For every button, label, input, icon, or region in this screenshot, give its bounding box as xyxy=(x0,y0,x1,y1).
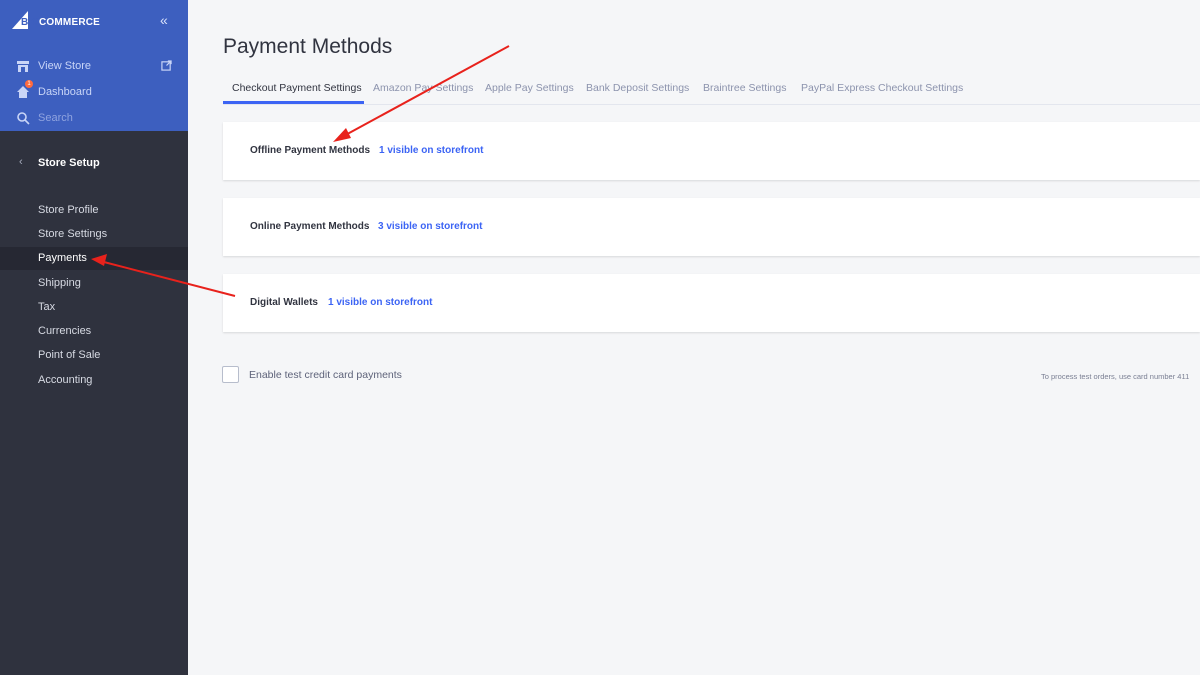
sidebar-header: BIG COMMERCE « View Store 1 Dashboard Se… xyxy=(0,0,188,131)
tab-braintree-settings[interactable]: Braintree Settings xyxy=(703,82,786,94)
search-label: Search xyxy=(38,112,73,124)
sidebar-item-point-of-sale[interactable]: Point of Sale xyxy=(0,344,188,367)
logo-big-text: BIG xyxy=(21,17,40,28)
chevron-left-icon: ‹ xyxy=(19,156,23,168)
card-title: Digital Wallets xyxy=(250,297,318,308)
view-store-link[interactable]: View Store xyxy=(16,58,176,76)
search-icon xyxy=(17,112,30,125)
sidebar-item-store-settings[interactable]: Store Settings xyxy=(0,223,188,246)
sidebar-item-label: Currencies xyxy=(38,325,92,337)
tab-amazon-pay-settings[interactable]: Amazon Pay Settings xyxy=(373,82,473,94)
sidebar-item-shipping[interactable]: Shipping xyxy=(0,272,188,295)
sidebar-item-store-profile[interactable]: Store Profile xyxy=(0,199,188,222)
view-store-label: View Store xyxy=(38,60,91,72)
sidebar-item-label: Tax xyxy=(38,301,56,313)
sidebar-item-accounting[interactable]: Accounting xyxy=(0,369,188,392)
dashboard-link[interactable]: 1 Dashboard xyxy=(16,80,176,102)
digital-wallets-card[interactable]: Digital Wallets 1 visible on storefront xyxy=(223,274,1200,332)
page-title: Payment Methods xyxy=(223,35,393,58)
store-setup-label: Store Setup xyxy=(38,157,100,169)
tab-apple-pay-settings[interactable]: Apple Pay Settings xyxy=(485,82,574,94)
sidebar-item-label: Store Profile xyxy=(38,204,99,216)
test-payments-label[interactable]: Enable test credit card payments xyxy=(249,369,402,381)
external-link-icon xyxy=(161,60,172,71)
sidebar-item-payments[interactable]: Payments xyxy=(0,247,188,270)
offline-payment-methods-card[interactable]: Offline Payment Methods 1 visible on sto… xyxy=(223,122,1200,180)
visible-count-link[interactable]: 1 visible on storefront xyxy=(379,145,483,156)
tab-bank-deposit-settings[interactable]: Bank Deposit Settings xyxy=(586,82,689,94)
sidebar-item-label: Accounting xyxy=(38,374,93,386)
visible-count-link[interactable]: 1 visible on storefront xyxy=(328,297,432,308)
card-title: Online Payment Methods xyxy=(250,221,370,232)
sidebar-item-label: Store Settings xyxy=(38,228,108,240)
card-title: Offline Payment Methods xyxy=(250,145,371,156)
sidebar-item-label: Shipping xyxy=(38,277,81,289)
sidebar-item-label: Payments xyxy=(38,252,87,264)
store-setup-section[interactable]: ‹ Store Setup xyxy=(0,154,188,174)
sidebar-item-label: Point of Sale xyxy=(38,349,101,361)
test-card-hint: To process test orders, use card number … xyxy=(1041,372,1190,381)
tab-bar: Checkout Payment Settings Amazon Pay Set… xyxy=(223,78,1200,105)
tab-checkout-payment-settings[interactable]: Checkout Payment Settings xyxy=(232,82,362,94)
notification-badge: 1 xyxy=(25,80,33,88)
online-payment-methods-card[interactable]: Online Payment Methods 3 visible on stor… xyxy=(223,198,1200,256)
logo-commerce-text: COMMERCE xyxy=(39,17,101,28)
store-icon xyxy=(17,61,29,72)
sidebar-item-tax[interactable]: Tax xyxy=(0,296,188,319)
dashboard-label: Dashboard xyxy=(38,86,92,98)
sidebar-item-currencies[interactable]: Currencies xyxy=(0,320,188,343)
visible-count-link[interactable]: 3 visible on storefront xyxy=(378,221,482,232)
sidebar: BIG COMMERCE « View Store 1 Dashboard Se… xyxy=(0,0,188,675)
tab-paypal-express-checkout-settings[interactable]: PayPal Express Checkout Settings xyxy=(801,82,963,94)
collapse-sidebar-icon[interactable]: « xyxy=(160,13,174,27)
bigcommerce-logo[interactable]: BIG COMMERCE xyxy=(12,11,102,31)
test-payments-checkbox[interactable] xyxy=(222,366,239,383)
search-link[interactable]: Search xyxy=(16,110,176,128)
active-tab-indicator xyxy=(223,101,364,104)
